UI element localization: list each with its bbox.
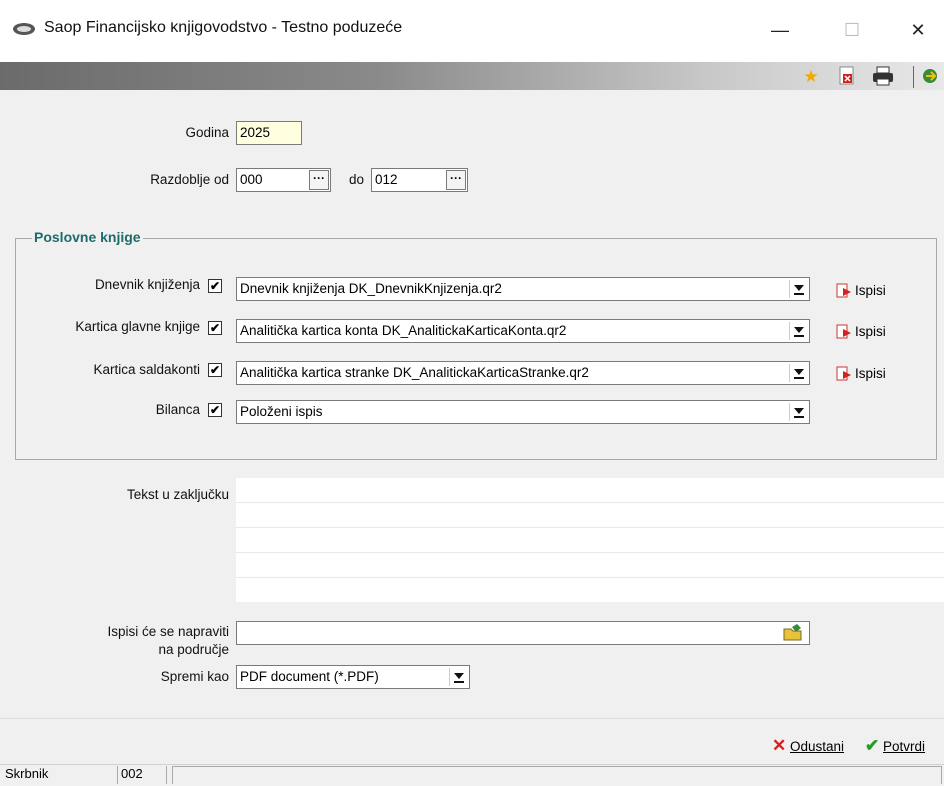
kartica-glavne-checkbox[interactable]: ✔ — [208, 321, 222, 335]
bilanca-report-select[interactable]: Položeni ispis — [236, 400, 810, 424]
godina-label: Godina — [185, 125, 229, 140]
print-doc-icon — [836, 283, 852, 299]
dnevnik-ispisi-label: Ispisi — [855, 283, 886, 298]
textarea-line — [236, 502, 944, 503]
status-extra — [172, 766, 942, 784]
cancel-label: Odustani — [790, 739, 845, 754]
bilanca-checkbox[interactable]: ✔ — [208, 403, 222, 417]
kartica-saldakonti-ispisi-label: Ispisi — [855, 366, 886, 381]
status-code: 002 — [117, 766, 167, 784]
razdoblje-od-label: Razdoblje od — [150, 172, 229, 187]
status-user: Skrbnik — [5, 766, 49, 781]
output-path-label-line1: Ispisi će se napraviti — [107, 624, 229, 639]
kartica-glavne-label: Kartica glavne knjige — [75, 319, 200, 334]
app-logo-icon — [12, 22, 36, 36]
checkmark-icon: ✔ — [865, 736, 880, 755]
kartica-glavne-ispisi-label: Ispisi — [855, 324, 886, 339]
dnevnik-checkbox[interactable]: ✔ — [208, 279, 222, 293]
confirm-label: Potvrdi — [883, 739, 926, 754]
spremi-kao-value: PDF document (*.PDF) — [240, 669, 379, 684]
print-doc-icon — [836, 324, 852, 340]
chevron-down-icon[interactable] — [789, 403, 807, 421]
output-path-label-line2: na područje — [158, 642, 229, 657]
dnevnik-report-value: Dnevnik knjiženja DK_DnevnikKnjizenja.qr… — [240, 281, 502, 296]
kartica-saldakonti-ispisi-button[interactable]: Ispisi — [836, 366, 886, 382]
poslovne-knjige-group — [15, 238, 937, 460]
pdf-delete-icon[interactable] — [836, 66, 858, 88]
cancel-x-icon: ✕ — [772, 736, 787, 755]
bilanca-report-value: Položeni ispis — [240, 404, 323, 419]
maximize-button[interactable]: ☐ — [830, 12, 874, 48]
print-doc-icon — [836, 366, 852, 382]
razdoblje-do-picker-button[interactable]: ··· — [446, 170, 466, 190]
godina-input[interactable]: 2025 — [236, 121, 302, 145]
razdoblje-od-picker-button[interactable]: ··· — [309, 170, 329, 190]
form-title: Ispis poslovnih knjiga krajem godine — [8, 4, 306, 23]
do-label: do — [348, 172, 364, 187]
spremi-kao-select[interactable]: PDF document (*.PDF) — [236, 665, 470, 689]
cancel-button[interactable]: ✕ Odustani — [772, 736, 844, 756]
tekst-zakljucak-textarea[interactable] — [236, 478, 944, 602]
textarea-line — [236, 552, 944, 553]
folder-browse-icon[interactable] — [782, 623, 804, 643]
kartica-glavne-ispisi-button[interactable]: Ispisi — [836, 324, 886, 340]
kartica-glavne-report-value: Analitička kartica konta DK_AnalitickaKa… — [240, 323, 567, 338]
dnevnik-report-select[interactable]: Dnevnik knjiženja DK_DnevnikKnjizenja.qr… — [236, 277, 810, 301]
close-button[interactable]: ✕ — [896, 12, 940, 48]
exit-icon[interactable] — [920, 66, 942, 88]
kartica-saldakonti-report-select[interactable]: Analitička kartica stranke DK_Analiticka… — [236, 361, 810, 385]
kartica-glavne-report-select[interactable]: Analitička kartica konta DK_AnalitickaKa… — [236, 319, 810, 343]
printer-icon[interactable] — [872, 66, 894, 88]
dnevnik-label: Dnevnik knjiženja — [94, 277, 200, 292]
minimize-button[interactable]: — — [758, 12, 802, 48]
dnevnik-ispisi-button[interactable]: Ispisi — [836, 283, 886, 299]
confirm-button[interactable]: ✔ Potvrdi — [865, 736, 925, 756]
kartica-saldakonti-report-value: Analitička kartica stranke DK_Analiticka… — [240, 365, 589, 380]
star-icon[interactable]: ★ — [800, 66, 822, 88]
group-title: Poslovne knjige — [32, 229, 143, 245]
textarea-line — [236, 577, 944, 578]
textarea-line — [236, 527, 944, 528]
chevron-down-icon[interactable] — [789, 364, 807, 382]
chevron-down-icon[interactable] — [449, 668, 467, 686]
header-separator — [913, 66, 914, 88]
spremi-kao-label: Spremi kao — [160, 669, 229, 684]
chevron-down-icon[interactable] — [789, 322, 807, 340]
chevron-down-icon[interactable] — [789, 280, 807, 298]
tekst-zakljucak-label: Tekst u zaključku — [126, 487, 229, 502]
kartica-saldakonti-checkbox[interactable]: ✔ — [208, 363, 222, 377]
kartica-saldakonti-label: Kartica saldakonti — [93, 362, 200, 377]
bilanca-label: Bilanca — [155, 402, 200, 417]
footer-separator — [0, 718, 944, 719]
output-path-input[interactable] — [236, 621, 810, 645]
